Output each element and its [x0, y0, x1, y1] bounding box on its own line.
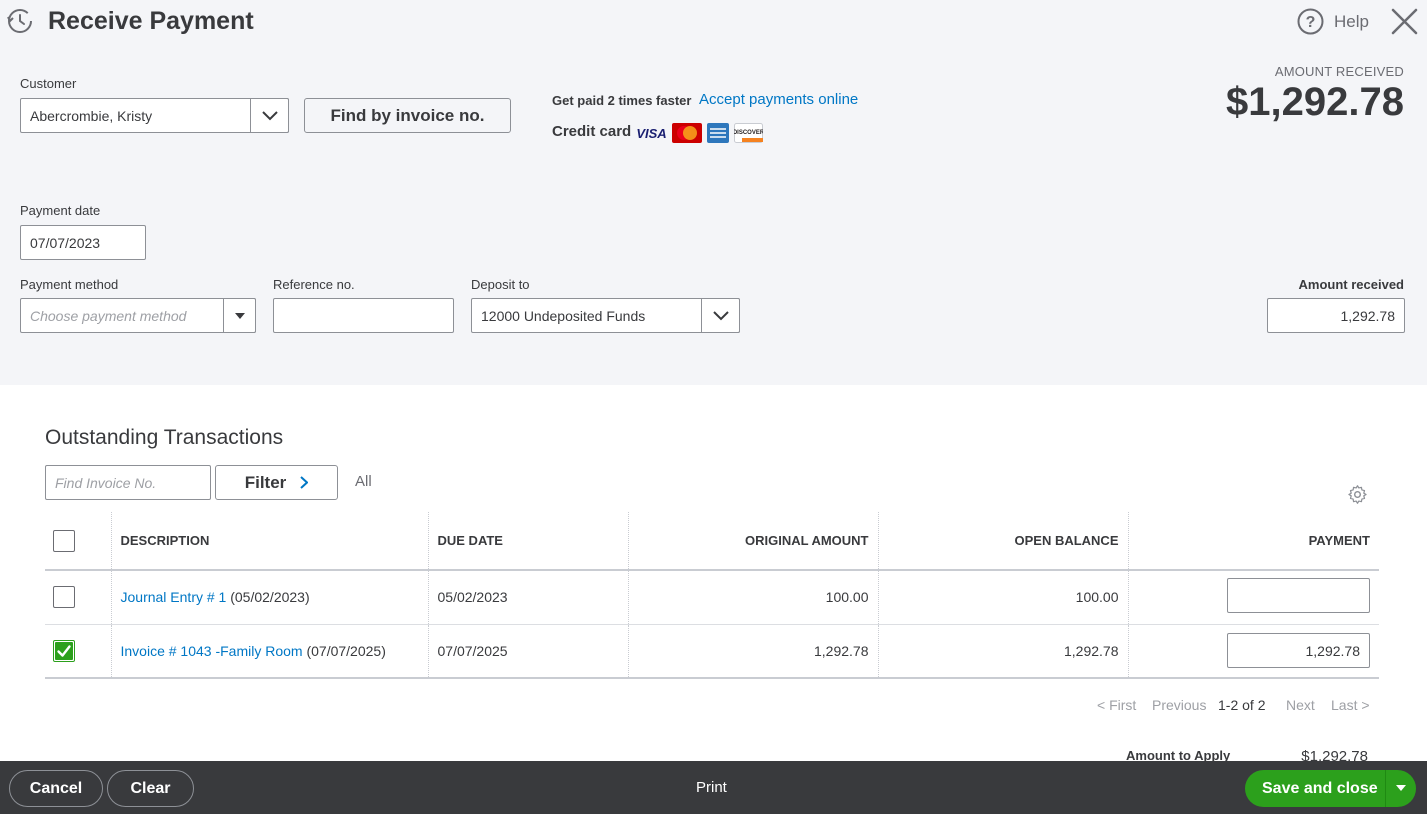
chevron-down-icon [712, 310, 729, 320]
svg-text:DISCOVER: DISCOVER [734, 130, 763, 136]
mastercard-icon [672, 123, 702, 143]
customer-select[interactable]: Abercrombie, Kristy [20, 98, 289, 133]
original-amount-cell: 100.00 [627, 570, 878, 625]
deposit-to-value: 12000 Undeposited Funds [481, 307, 646, 324]
save-split-divider [1385, 770, 1386, 807]
customer-dropdown-button[interactable] [250, 98, 289, 133]
select-all-checkbox[interactable] [53, 529, 75, 552]
chevron-down-icon [261, 110, 278, 120]
row-checkbox[interactable] [53, 586, 75, 609]
select-all-cell [45, 512, 111, 571]
transaction-date-suffix: (07/07/2025) [302, 642, 386, 659]
amount-received-caption: AMOUNT RECEIVED [1274, 64, 1404, 79]
row-select-cell [45, 624, 111, 679]
visa-icon: VISA [636, 126, 666, 141]
payment-cell [1127, 570, 1379, 625]
payment-method-select[interactable]: Choose payment method [20, 298, 256, 333]
payment-input[interactable] [1227, 578, 1370, 614]
find-invoice-input[interactable]: Find Invoice No. [45, 465, 211, 500]
pager-first[interactable]: < First [1097, 697, 1136, 713]
col-original-amount[interactable]: ORIGINAL AMOUNT [627, 512, 878, 571]
payment-method-dropdown-button[interactable] [223, 298, 256, 333]
amount-received-label: Amount received [1298, 277, 1404, 292]
amount-received-total: $1,292.78 [1226, 80, 1404, 124]
payment-date-input[interactable]: 07/07/2023 [20, 225, 146, 260]
cancel-button[interactable]: Cancel [9, 770, 103, 807]
filter-label: Filter [244, 472, 287, 492]
credit-card-label: Credit card [552, 123, 632, 140]
pager-next[interactable]: Next [1286, 697, 1315, 713]
svg-text:?: ? [1306, 14, 1316, 31]
caret-down-icon [234, 312, 245, 319]
deposit-to-dropdown-button[interactable] [701, 298, 740, 333]
amount-received-input[interactable]: 1,292.78 [1267, 298, 1405, 333]
col-open-balance[interactable]: OPEN BALANCE [877, 512, 1128, 571]
payment-method-label: Payment method [20, 277, 119, 292]
pager-range: 1-2 of 2 [1218, 697, 1266, 713]
col-payment[interactable]: PAYMENT [1127, 512, 1379, 571]
help-icon[interactable]: ? [1297, 8, 1324, 35]
settings-gear-icon[interactable] [1347, 484, 1368, 505]
deposit-to-select[interactable]: 12000 Undeposited Funds [471, 298, 740, 333]
description-cell: Invoice # 1043 -Family Room (07/07/2025) [110, 624, 428, 679]
reference-input[interactable] [273, 298, 454, 333]
customer-value: Abercrombie, Kristy [30, 107, 153, 124]
promo-text: Get paid 2 times faster [552, 93, 692, 108]
filter-button[interactable]: Filter [215, 465, 338, 500]
amex-icon [707, 123, 729, 143]
recent-transactions-icon[interactable] [6, 7, 34, 35]
pager-last[interactable]: Last > [1331, 697, 1370, 713]
chevron-right-icon [300, 476, 309, 489]
checkmark-icon [55, 641, 73, 660]
save-options-caret-icon[interactable] [1396, 785, 1406, 791]
open-balance-cell: 1,292.78 [877, 624, 1128, 679]
outstanding-transactions-table: DESCRIPTION DUE DATE ORIGINAL AMOUNT OPE… [45, 512, 1379, 679]
payment-cell: 1,292.78 [1127, 624, 1379, 679]
filter-value: All [355, 473, 372, 490]
due-date-cell: 05/02/2023 [427, 570, 628, 625]
clear-button[interactable]: Clear [107, 770, 194, 807]
close-icon[interactable] [1390, 7, 1419, 36]
description-cell: Journal Entry # 1 (05/02/2023) [110, 570, 428, 625]
table-row: Invoice # 1043 -Family Room (07/07/2025)… [45, 624, 1379, 679]
transaction-link[interactable]: Invoice # 1043 -Family Room [121, 643, 303, 659]
print-button[interactable]: Print [696, 779, 727, 796]
deposit-to-label: Deposit to [471, 277, 530, 292]
row-select-cell [45, 570, 111, 625]
customer-label: Customer [20, 76, 77, 91]
help-label[interactable]: Help [1334, 12, 1369, 32]
outstanding-transactions-title: Outstanding Transactions [45, 426, 284, 449]
save-and-close-button[interactable]: Save and close [1245, 770, 1416, 807]
save-and-close-label: Save and close [1262, 779, 1378, 797]
reference-label: Reference no. [273, 277, 355, 292]
transaction-link[interactable]: Journal Entry # 1 [121, 589, 227, 605]
original-amount-cell: 1,292.78 [627, 624, 878, 679]
table-row: Journal Entry # 1 (05/02/2023) 05/02/202… [45, 570, 1379, 625]
accept-payments-link[interactable]: Accept payments online [699, 91, 858, 108]
transaction-date-suffix: (05/02/2023) [226, 589, 310, 606]
due-date-cell: 07/07/2025 [427, 624, 628, 679]
card-logos: VISA DISCOVER [636, 123, 763, 143]
table-header-row: DESCRIPTION DUE DATE ORIGINAL AMOUNT OPE… [45, 512, 1379, 571]
payment-input[interactable]: 1,292.78 [1227, 633, 1370, 669]
col-description[interactable]: DESCRIPTION [110, 512, 428, 571]
row-checkbox-checked[interactable] [53, 639, 75, 662]
footer-bar: Cancel Clear Print Save and close [0, 761, 1427, 814]
payment-date-label: Payment date [20, 203, 101, 218]
payment-method-placeholder: Choose payment method [30, 307, 187, 324]
page-title: Receive Payment [48, 7, 254, 35]
col-due-date[interactable]: DUE DATE [427, 512, 628, 571]
find-by-invoice-button[interactable]: Find by invoice no. [304, 98, 511, 133]
discover-icon: DISCOVER [734, 123, 763, 143]
pager-previous[interactable]: Previous [1152, 697, 1206, 713]
svg-text:VISA: VISA [636, 126, 666, 141]
open-balance-cell: 100.00 [877, 570, 1128, 625]
